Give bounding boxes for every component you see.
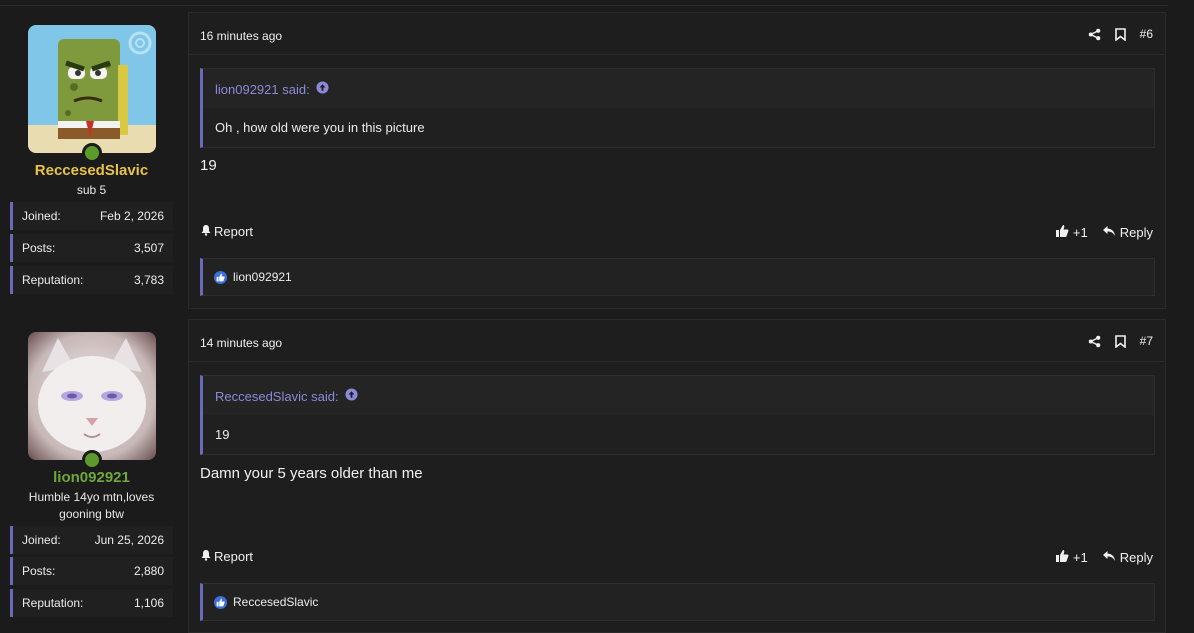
avatar[interactable] (28, 332, 156, 470)
reply-label: Reply (1119, 550, 1153, 565)
reactor-name[interactable]: ReccesedSlavic (233, 595, 318, 609)
share-icon[interactable] (1088, 28, 1101, 41)
post-actions: #7 (1088, 333, 1153, 349)
quote-header[interactable]: lion092921 said: (215, 81, 329, 97)
report-label: Report (214, 549, 254, 564)
username[interactable]: ReccesedSlavic (0, 162, 183, 179)
quote-author[interactable]: lion092921 said: (215, 82, 310, 97)
report-button[interactable]: Report (200, 549, 253, 564)
post: lion092921 Humble 14yo mtn,loves gooning… (0, 319, 1168, 633)
reactions-list[interactable]: ReccesedSlavic (200, 583, 1155, 621)
post-time[interactable]: 16 minutes ago (200, 29, 282, 43)
report-button[interactable]: Report (200, 224, 253, 239)
quote-text: 19 (215, 427, 230, 442)
header-divider (189, 361, 1165, 362)
bell-icon (200, 224, 212, 239)
like-count: +1 (1072, 550, 1088, 565)
stat-joined: Joined: Jun 25, 2026 (10, 526, 173, 554)
quote-header[interactable]: ReccesedSlavic said: (215, 388, 358, 404)
stat-value: 3,783 (133, 273, 164, 287)
stat-value: Jun 25, 2026 (94, 533, 164, 547)
stat-label: Posts: (22, 564, 56, 578)
stat-value: 2,880 (133, 564, 164, 578)
reply-button[interactable]: Reply (1102, 550, 1153, 565)
stat-joined: Joined: Feb 2, 2026 (10, 202, 173, 230)
post-actions: #6 (1088, 26, 1153, 42)
report-label: Report (214, 224, 254, 239)
stat-label: Joined: (22, 533, 61, 547)
post-main: 16 minutes ago #6 lion092921 said: Oh , … (188, 12, 1166, 309)
arrow-up-circle-icon[interactable] (345, 388, 358, 404)
bookmark-icon[interactable] (1114, 27, 1126, 41)
stat-label: Reputation: (22, 596, 84, 610)
like-badge-icon (214, 595, 227, 609)
user-title: sub 5 (76, 183, 107, 197)
reactor-name[interactable]: lion092921 (233, 270, 292, 284)
stat-value: 1,106 (133, 596, 164, 610)
post-body: Damn your 5 years older than me (200, 465, 423, 482)
reaction-bar: +1 Reply (1055, 549, 1153, 566)
reaction-bar: +1 Reply (1055, 224, 1153, 241)
quote-block: lion092921 said: Oh , how old were you i… (200, 68, 1155, 148)
stat-posts: Posts: 2,880 (10, 557, 173, 585)
avatar[interactable] (28, 25, 156, 163)
quote-block: ReccesedSlavic said: 19 (200, 375, 1155, 455)
quote-text: Oh , how old were you in this picture (215, 120, 425, 135)
user-title: Humble 14yo mtn,loves gooning btw (28, 490, 155, 521)
spongebob-avatar (28, 25, 156, 153)
post-time[interactable]: 14 minutes ago (200, 336, 282, 350)
bell-icon (200, 549, 212, 564)
arrow-up-circle-icon[interactable] (316, 81, 329, 97)
stat-reputation: Reputation: 3,783 (10, 266, 173, 294)
previous-post-bottom (0, 0, 1168, 6)
like-count: +1 (1072, 225, 1088, 240)
like-button[interactable]: +1 (1055, 224, 1088, 241)
bookmark-icon[interactable] (1114, 334, 1126, 348)
post: ReccesedSlavic sub 5 Joined: Feb 2, 2026… (0, 12, 1168, 309)
like-button[interactable]: +1 (1055, 549, 1088, 566)
white-cat-avatar (28, 332, 156, 460)
post-number-link[interactable]: #7 (1140, 334, 1153, 348)
post-main: 14 minutes ago #7 ReccesedSlavic said: 1… (188, 319, 1166, 633)
stat-label: Posts: (22, 241, 56, 255)
reply-icon (1102, 225, 1116, 240)
reply-label: Reply (1119, 225, 1153, 240)
thumbs-up-icon (1055, 224, 1069, 241)
post-number-link[interactable]: #6 (1140, 27, 1153, 41)
quote-author[interactable]: ReccesedSlavic said: (215, 389, 339, 404)
quote-body: 19 (203, 415, 1154, 454)
reactions-list[interactable]: lion092921 (200, 258, 1155, 296)
username[interactable]: lion092921 (0, 469, 183, 486)
online-indicator (82, 450, 102, 470)
share-icon[interactable] (1088, 335, 1101, 348)
stat-label: Joined: (22, 209, 61, 223)
stat-reputation: Reputation: 1,106 (10, 589, 173, 617)
user-panel: ReccesedSlavic sub 5 Joined: Feb 2, 2026… (0, 12, 183, 309)
header-divider (189, 54, 1165, 55)
reply-icon (1102, 550, 1116, 565)
stat-value: Feb 2, 2026 (99, 209, 164, 223)
post-body: 19 (200, 157, 217, 174)
quote-body: Oh , how old were you in this picture (203, 108, 1154, 147)
user-panel: lion092921 Humble 14yo mtn,loves gooning… (0, 319, 183, 633)
stat-label: Reputation: (22, 273, 84, 287)
reply-button[interactable]: Reply (1102, 225, 1153, 240)
thumbs-up-icon (1055, 549, 1069, 566)
like-badge-icon (214, 270, 227, 284)
online-indicator (82, 143, 102, 163)
stat-posts: Posts: 3,507 (10, 234, 173, 262)
stat-value: 3,507 (133, 241, 164, 255)
